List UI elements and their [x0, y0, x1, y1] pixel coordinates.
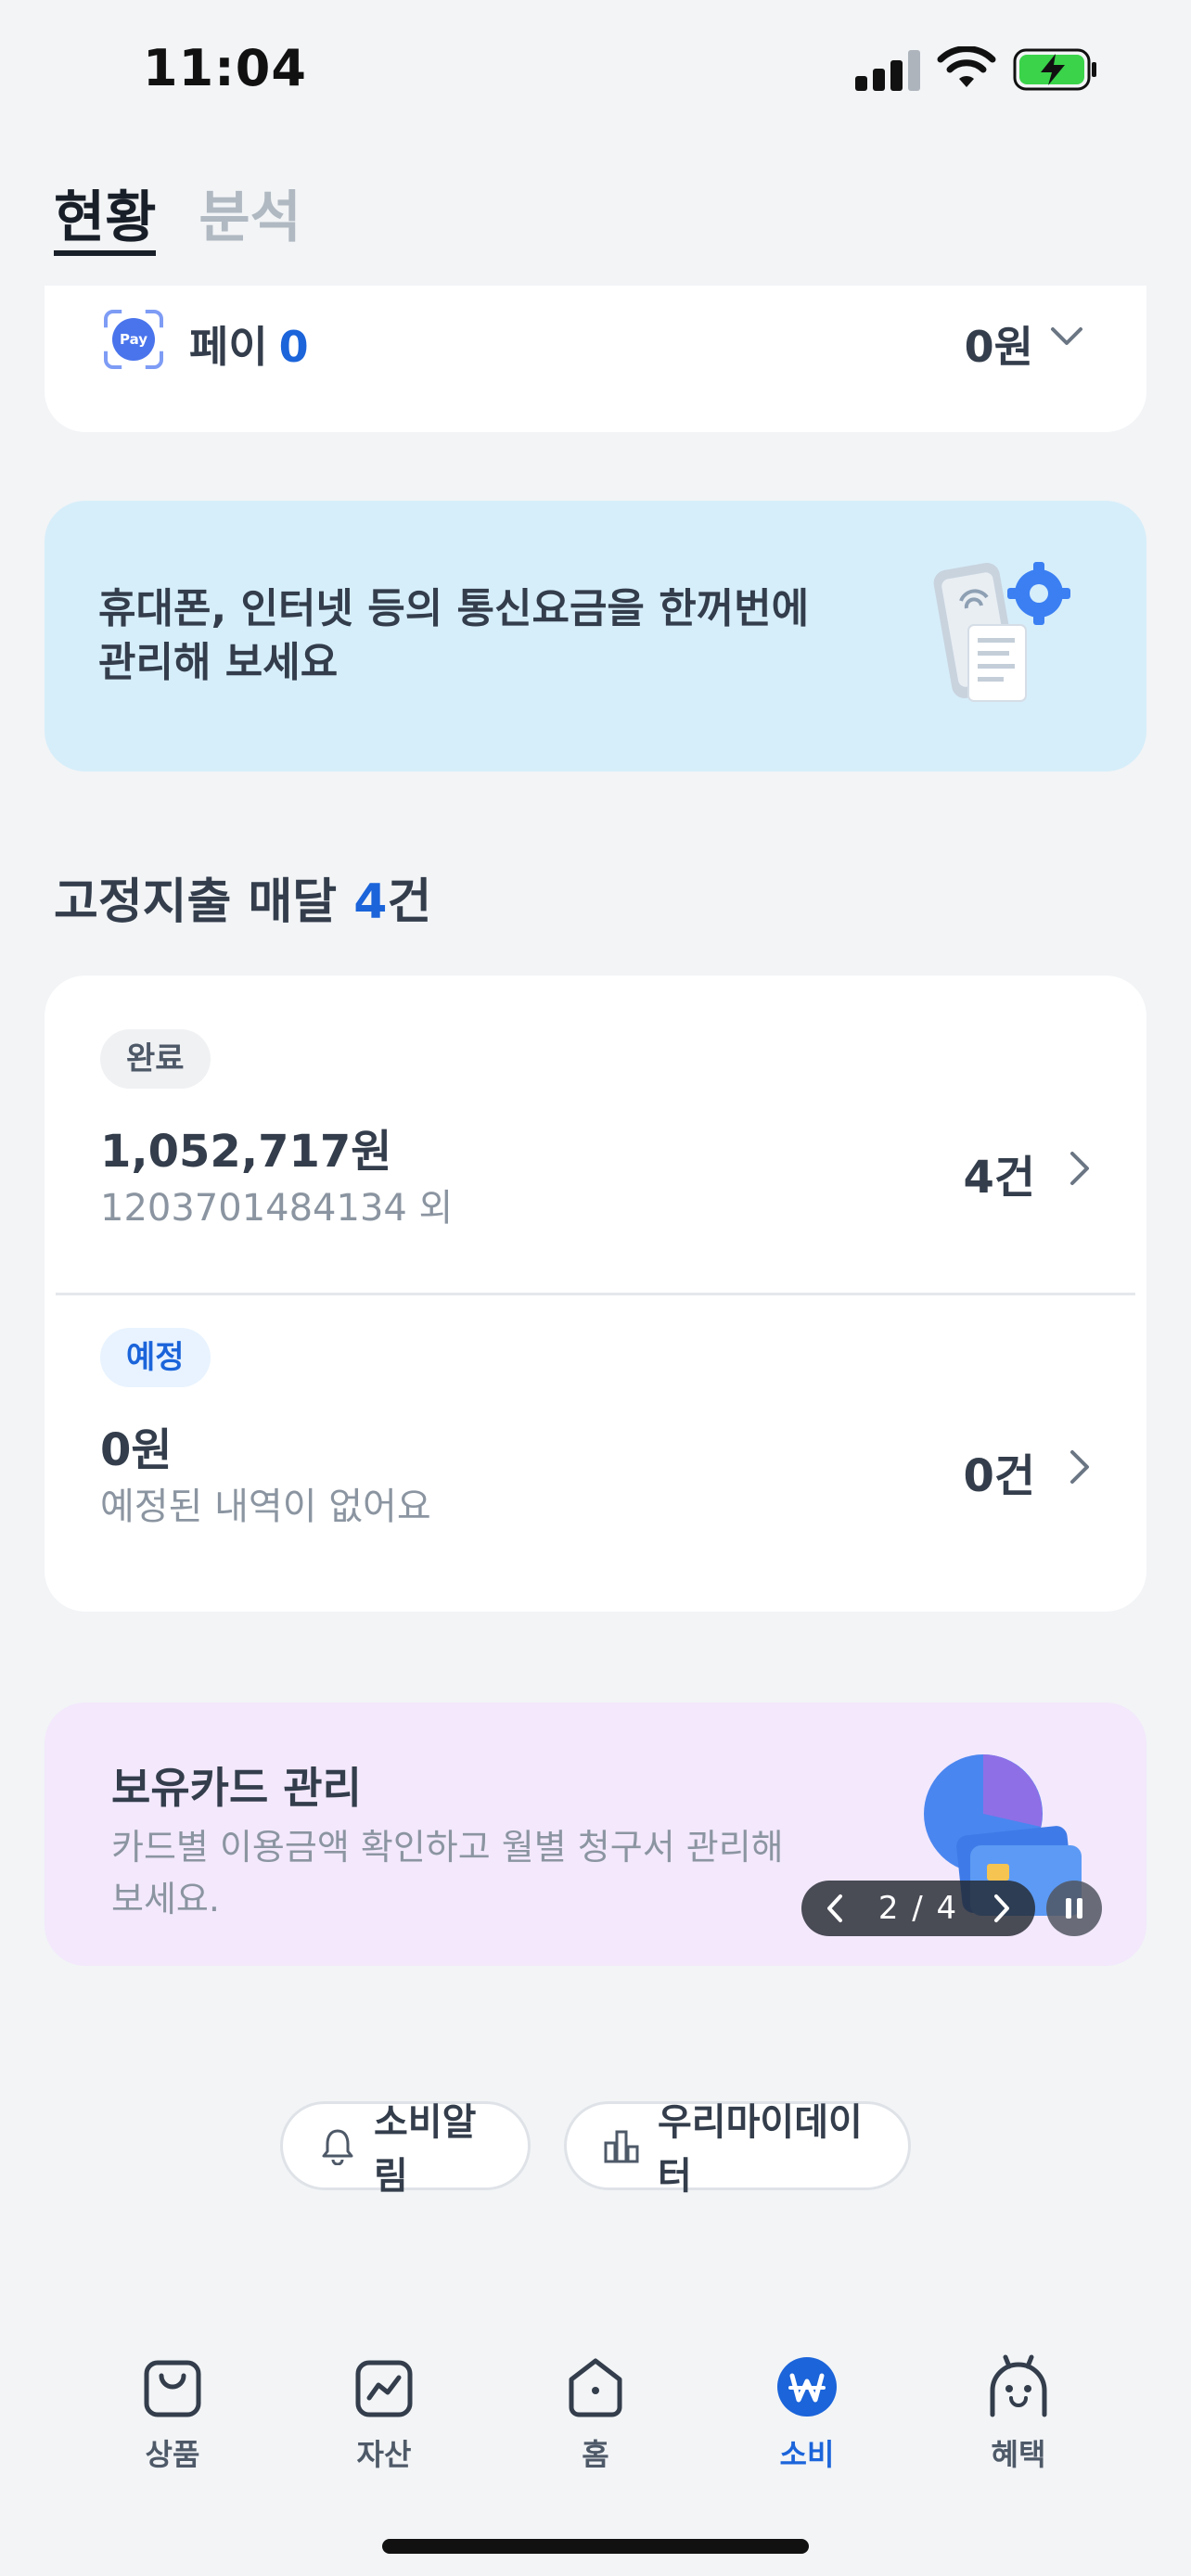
won-coin-icon: [777, 2357, 837, 2417]
top-tabs: 현황 분석: [54, 172, 301, 256]
chevron-right-icon[interactable]: [992, 1894, 1011, 1923]
pay-summary-card[interactable]: Pay 페이 0 0원: [45, 286, 1146, 432]
planned-amount: 0원: [100, 1424, 173, 1476]
nav-item-assets[interactable]: 자산: [319, 2337, 449, 2474]
spending-alert-button[interactable]: 소비알림: [280, 2101, 531, 2198]
banner-pager: 2 / 4: [801, 1881, 1035, 1936]
bottom-nav: 상품 자산 홈 소비 혜택: [0, 2337, 1191, 2485]
fixed-expense-row-completed[interactable]: 완료 1,052,717원 1203701484134 외 4건: [100, 1029, 1091, 1307]
pause-icon[interactable]: [1046, 1881, 1102, 1936]
nav-item-benefits[interactable]: 혜택: [954, 2337, 1083, 2474]
telecom-banner-text: 휴대폰, 인터넷 등의 통신요금을 한꺼번에 관리해 보세요: [98, 585, 810, 686]
planned-subtext: 예정된 내역이 없어요: [100, 1486, 431, 1528]
chevron-down-icon[interactable]: [1050, 325, 1083, 349]
chevron-right-icon[interactable]: [1069, 1150, 1091, 1187]
card-management-banner[interactable]: 보유카드 관리 카드별 이용금액 확인하고 월별 청구서 관리해 보세요. 2 …: [45, 1702, 1146, 1966]
status-bar: 11:04: [0, 0, 1191, 139]
status-badge-planned: 예정: [100, 1328, 211, 1387]
pay-count: 0: [278, 322, 309, 372]
tab-status[interactable]: 현황: [54, 172, 157, 256]
status-time: 11:04: [143, 39, 307, 97]
home-indicator: [382, 2539, 809, 2554]
completed-amount: 1,052,717원: [100, 1126, 392, 1178]
row-divider: [56, 1293, 1135, 1295]
fixed-expense-title: 고정지출 매달 4건: [54, 874, 432, 930]
planned-count: 0건: [963, 1450, 1035, 1502]
pay-label: 페이 0: [189, 322, 309, 372]
pay-icon: Pay: [104, 310, 163, 369]
fixed-expense-row-planned[interactable]: 예정 0원 예정된 내역이 없어요 0건: [100, 1328, 1091, 1606]
my-data-button[interactable]: 우리마이데이터: [564, 2101, 911, 2198]
bell-icon: [322, 2129, 353, 2165]
building-chart-icon: [604, 2130, 639, 2163]
asset-chart-icon: [355, 2360, 413, 2417]
status-badge-completed: 완료: [100, 1029, 211, 1089]
wifi-icon: [937, 46, 996, 87]
phone-bill-gear-icon: [933, 562, 1070, 702]
shopping-bag-icon: [144, 2360, 201, 2417]
nav-item-home[interactable]: 홈: [531, 2337, 660, 2474]
my-data-label: 우리마이데이터: [658, 2101, 863, 2198]
battery-charging-icon: [1013, 48, 1096, 91]
tab-analysis[interactable]: 분석: [198, 172, 301, 256]
fixed-expense-count: 4: [353, 874, 388, 930]
pay-amount: 0원: [964, 322, 1033, 372]
nav-item-products[interactable]: 상품: [108, 2337, 237, 2474]
chevron-right-icon[interactable]: [1069, 1448, 1091, 1486]
home-icon: [569, 2358, 622, 2417]
cellular-signal-icon: [855, 50, 920, 91]
card-banner-title: 보유카드 관리: [111, 1763, 362, 1813]
completed-subtext: 1203701484134 외: [100, 1187, 454, 1230]
nav-item-spending[interactable]: 소비: [742, 2337, 872, 2474]
completed-count: 4건: [963, 1152, 1035, 1204]
spending-alert-label: 소비알림: [374, 2101, 477, 2198]
card-banner-desc: 카드별 이용금액 확인하고 월별 청구서 관리해 보세요.: [111, 1827, 784, 1919]
telecom-banner[interactable]: 휴대폰, 인터넷 등의 통신요금을 한꺼번에 관리해 보세요: [45, 501, 1146, 772]
character-icon: [990, 2354, 1047, 2417]
